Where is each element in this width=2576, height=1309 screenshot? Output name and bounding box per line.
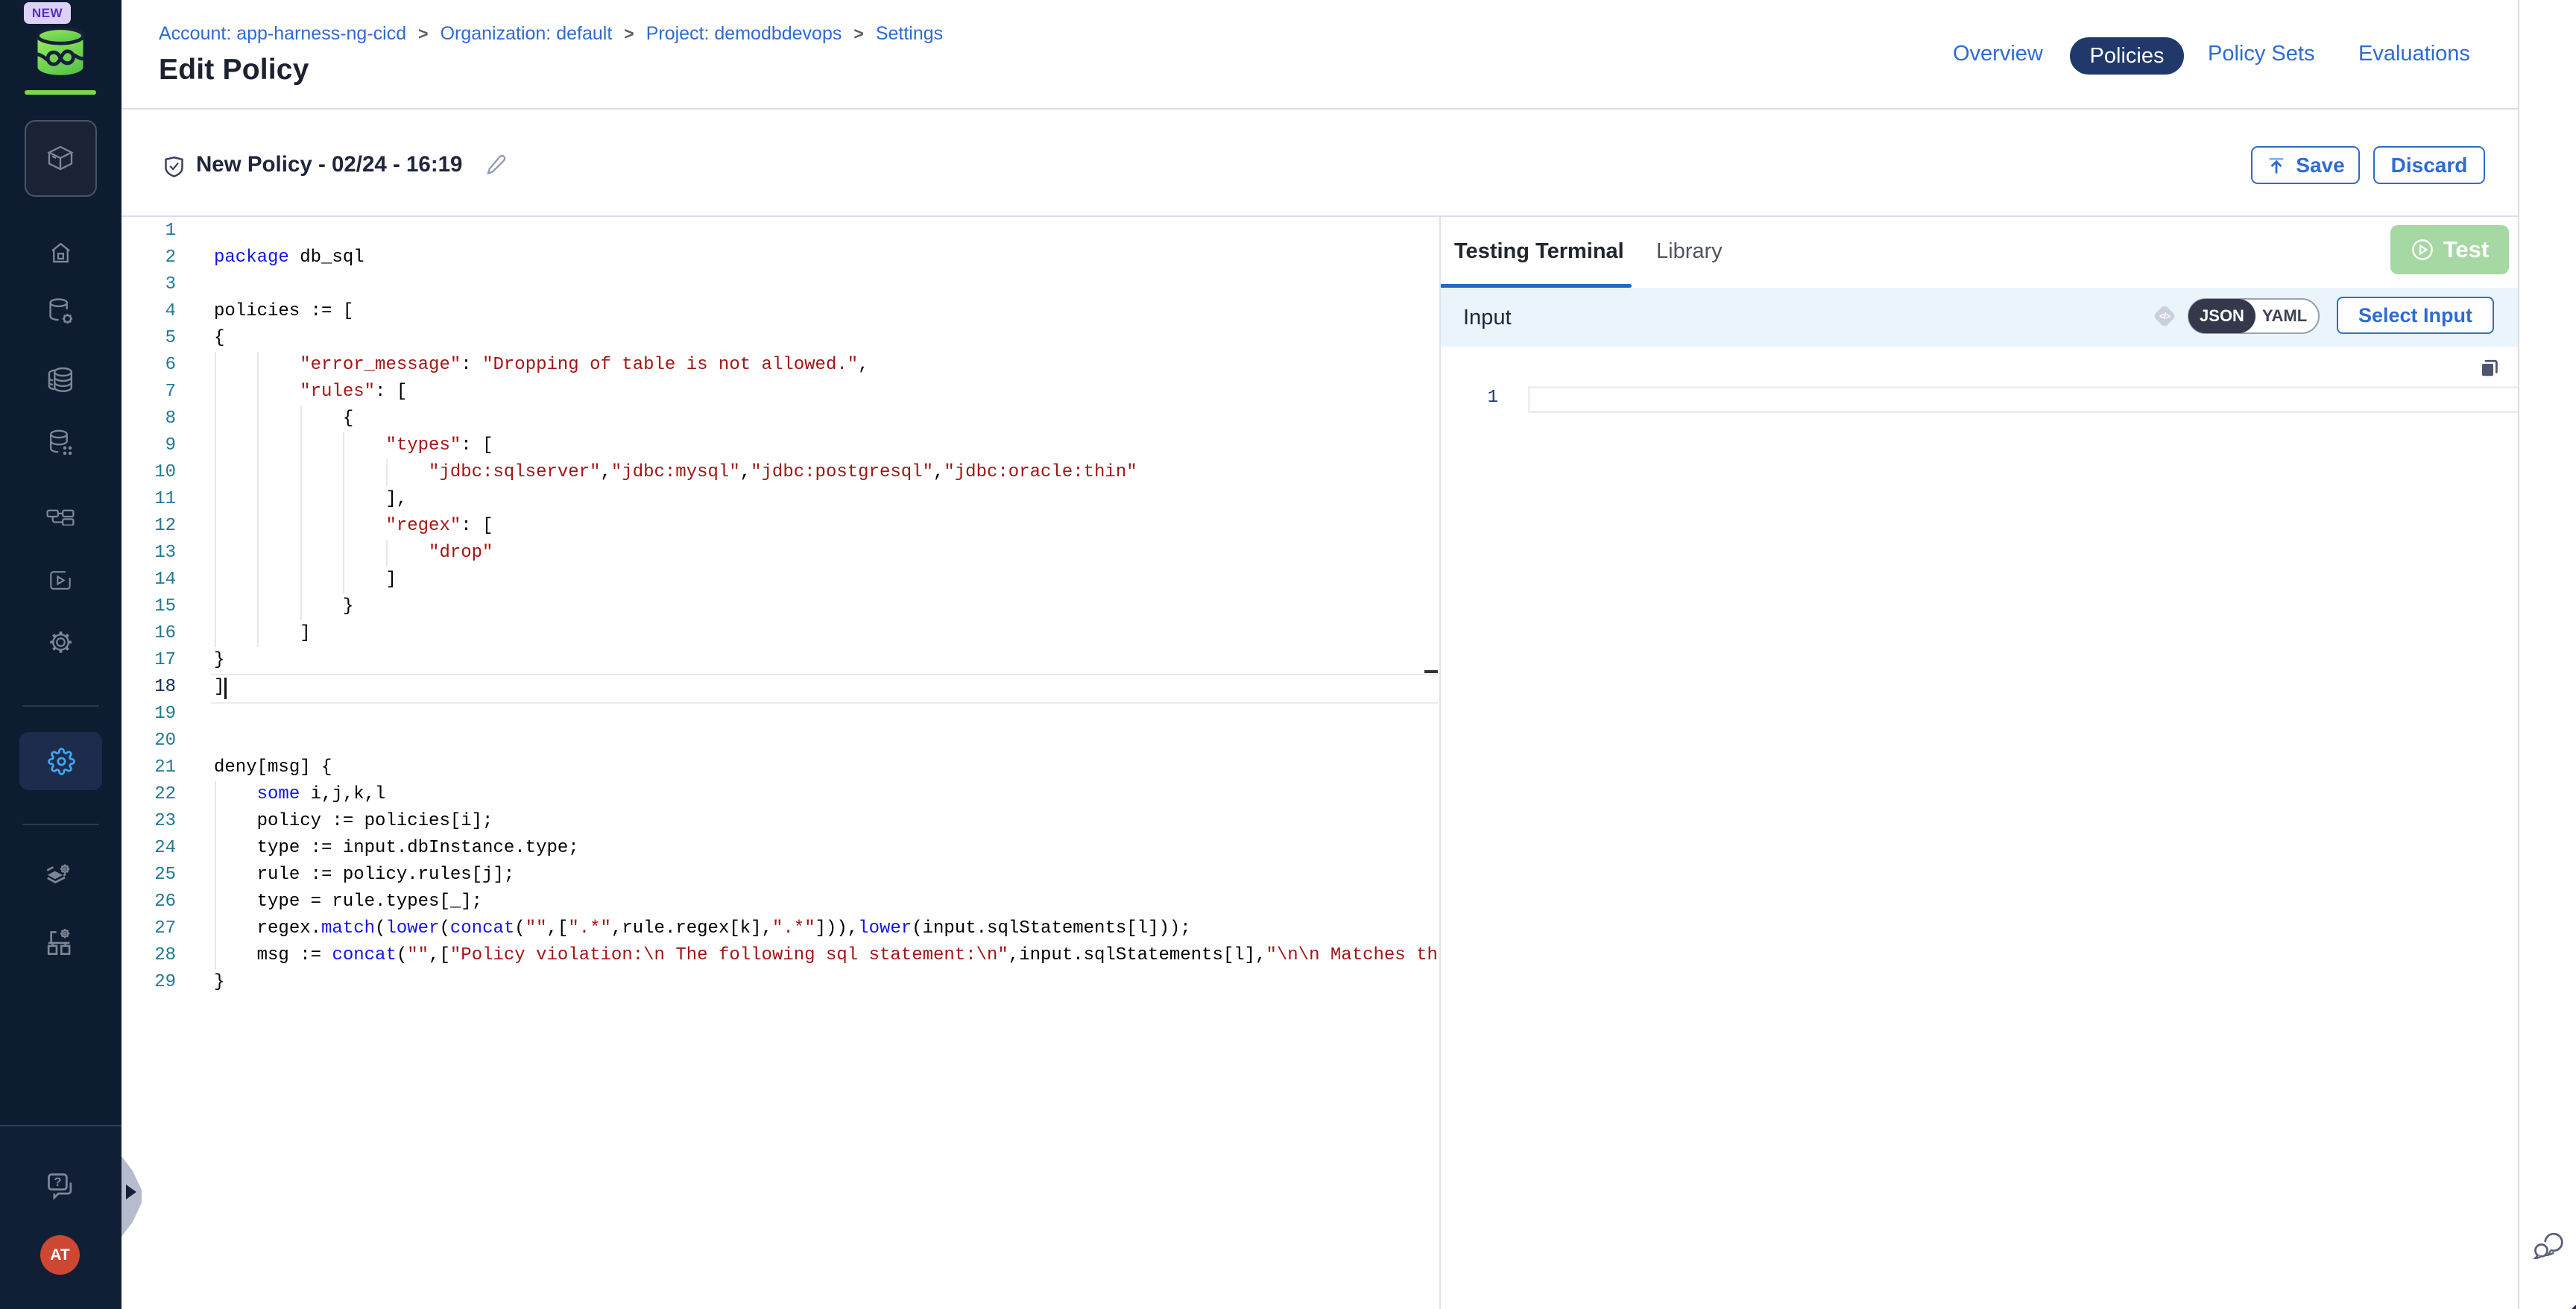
svg-text:?: ? bbox=[54, 1176, 61, 1189]
